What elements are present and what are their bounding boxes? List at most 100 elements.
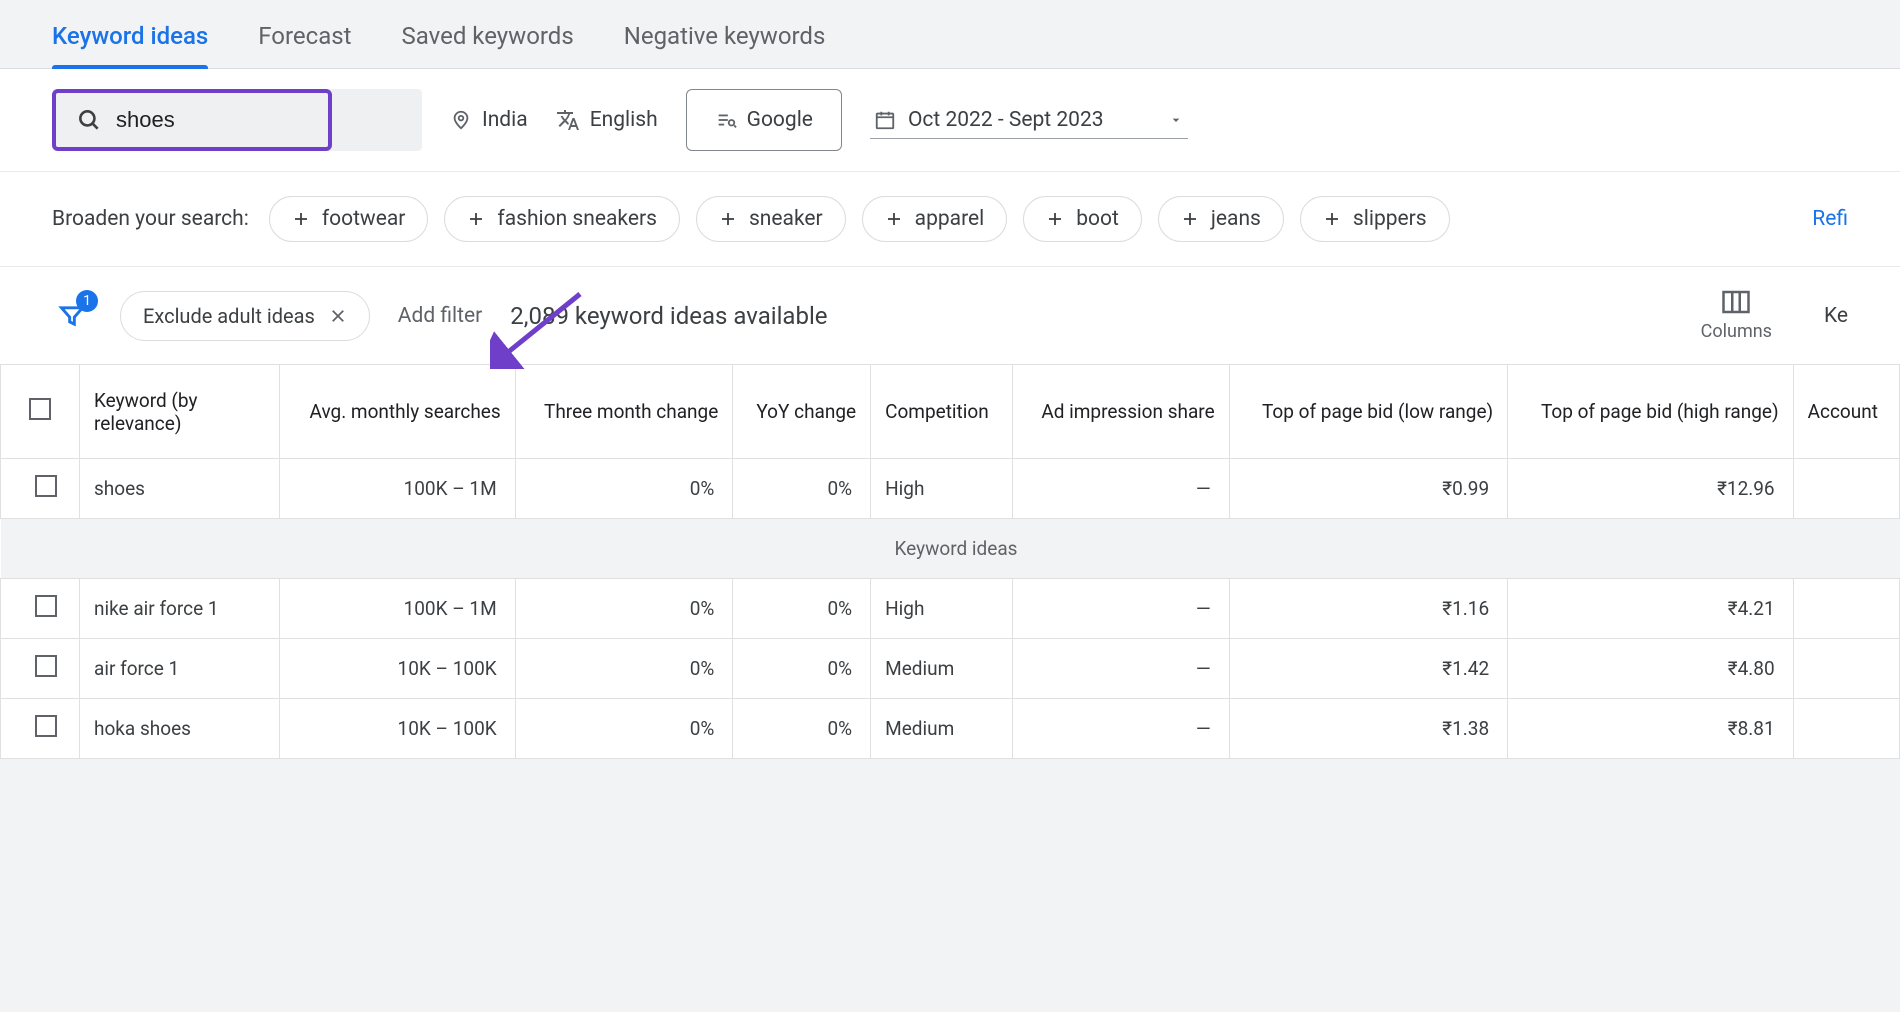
header-bid-high[interactable]: Top of page bid (high range) — [1508, 365, 1793, 459]
cell-keyword: nike air force 1 — [80, 579, 280, 639]
header-avg-searches[interactable]: Avg. monthly searches — [280, 365, 516, 459]
plus-icon — [885, 210, 903, 228]
plus-icon — [719, 210, 737, 228]
header-account[interactable]: Account — [1793, 365, 1899, 459]
section-label: Keyword ideas — [1, 519, 1900, 579]
toolbar: India English Google Oct 2022 - Sept 202… — [0, 69, 1900, 172]
cell-account — [1793, 699, 1899, 759]
network-icon — [715, 109, 737, 131]
language-selector[interactable]: English — [556, 108, 658, 132]
cell-three-month: 0% — [515, 699, 733, 759]
date-range-label: Oct 2022 - Sept 2023 — [908, 108, 1104, 132]
plus-icon — [467, 210, 485, 228]
header-competition[interactable]: Competition — [871, 365, 1013, 459]
broaden-chip-sneaker[interactable]: sneaker — [696, 196, 846, 242]
cell-competition: Medium — [871, 639, 1013, 699]
location-icon — [450, 109, 472, 131]
filters-row: 1 Exclude adult ideas Add filter 2,089 k… — [0, 267, 1900, 364]
cell-bid-low: ₹1.38 — [1229, 699, 1508, 759]
cell-keyword: hoka shoes — [80, 699, 280, 759]
plus-icon — [1323, 210, 1341, 228]
tab-keyword-ideas[interactable]: Keyword ideas — [52, 16, 208, 68]
cell-yoy: 0% — [733, 639, 871, 699]
cell-bid-high: ₹4.21 — [1508, 579, 1793, 639]
keyword-table: Keyword (by relevance) Avg. monthly sear… — [0, 364, 1900, 759]
header-yoy-change[interactable]: YoY change — [733, 365, 871, 459]
tab-negative-keywords[interactable]: Negative keywords — [624, 16, 826, 68]
cell-three-month: 0% — [515, 639, 733, 699]
filter-chip-exclude-adult[interactable]: Exclude adult ideas — [120, 291, 370, 341]
tab-saved-keywords[interactable]: Saved keywords — [401, 16, 573, 68]
plus-icon — [292, 210, 310, 228]
cell-three-month: 0% — [515, 459, 733, 519]
language-label: English — [590, 108, 658, 132]
cell-keyword: shoes — [80, 459, 280, 519]
cell-three-month: 0% — [515, 579, 733, 639]
network-selector[interactable]: Google — [686, 89, 842, 151]
date-range-selector[interactable]: Oct 2022 - Sept 2023 — [870, 102, 1188, 139]
header-three-month-change[interactable]: Three month change — [515, 365, 733, 459]
chip-label: footwear — [322, 207, 406, 231]
cell-avg: 100K – 1M — [280, 459, 516, 519]
add-filter-button[interactable]: Add filter — [398, 304, 482, 328]
cell-ad-share: — — [1013, 459, 1230, 519]
cell-ad-share: — — [1013, 639, 1230, 699]
cell-bid-high: ₹8.81 — [1508, 699, 1793, 759]
broaden-chip-apparel[interactable]: apparel — [862, 196, 1008, 242]
row-checkbox[interactable] — [35, 655, 57, 677]
cell-avg: 10K – 100K — [280, 639, 516, 699]
cell-avg: 10K – 100K — [280, 699, 516, 759]
cell-competition: High — [871, 579, 1013, 639]
header-bid-low[interactable]: Top of page bid (low range) — [1229, 365, 1508, 459]
header-ad-impression-share[interactable]: Ad impression share — [1013, 365, 1230, 459]
broaden-chip-jeans[interactable]: jeans — [1158, 196, 1284, 242]
refine-keywords-link[interactable]: Refi — [1812, 207, 1848, 231]
broaden-chip-boot[interactable]: boot — [1023, 196, 1142, 242]
filter-chip-label: Exclude adult ideas — [143, 304, 315, 328]
location-label: India — [482, 108, 528, 132]
location-selector[interactable]: India — [450, 108, 528, 132]
search-box[interactable] — [52, 89, 332, 151]
cell-ad-share: — — [1013, 699, 1230, 759]
cell-yoy: 0% — [733, 579, 871, 639]
keyword-view-cut: Ke — [1824, 304, 1848, 328]
cell-competition: Medium — [871, 699, 1013, 759]
network-label: Google — [747, 108, 813, 132]
chip-label: apparel — [915, 207, 985, 231]
translate-icon — [556, 108, 580, 132]
cell-bid-low: ₹1.16 — [1229, 579, 1508, 639]
table-row[interactable]: shoes100K – 1M0%0%High—₹0.99₹12.96 — [1, 459, 1900, 519]
chip-label: jeans — [1211, 207, 1261, 231]
filter-funnel-button[interactable]: 1 — [52, 296, 92, 336]
columns-button[interactable]: Columns — [1701, 289, 1772, 342]
row-checkbox[interactable] — [35, 475, 57, 497]
cell-ad-share: — — [1013, 579, 1230, 639]
section-keyword-ideas: Keyword ideas — [1, 519, 1900, 579]
checkbox[interactable] — [29, 398, 51, 420]
cell-bid-low: ₹0.99 — [1229, 459, 1508, 519]
search-wrap — [52, 89, 422, 151]
table-row[interactable]: air force 110K – 100K0%0%Medium—₹1.42₹4.… — [1, 639, 1900, 699]
broaden-label: Broaden your search: — [52, 207, 249, 231]
header-select-all[interactable] — [1, 365, 80, 459]
plus-icon — [1046, 210, 1064, 228]
broaden-chip-fashion-sneakers[interactable]: fashion sneakers — [444, 196, 680, 242]
calendar-icon — [874, 109, 896, 131]
cell-bid-low: ₹1.42 — [1229, 639, 1508, 699]
broaden-chip-slippers[interactable]: slippers — [1300, 196, 1450, 242]
table-row[interactable]: hoka shoes10K – 100K0%0%Medium—₹1.38₹8.8… — [1, 699, 1900, 759]
row-checkbox[interactable] — [35, 715, 57, 737]
cell-account — [1793, 579, 1899, 639]
broaden-chip-footwear[interactable]: footwear — [269, 196, 429, 242]
search-icon — [76, 107, 102, 133]
search-input[interactable] — [116, 107, 256, 133]
cell-bid-high: ₹12.96 — [1508, 459, 1793, 519]
row-checkbox[interactable] — [35, 595, 57, 617]
close-icon[interactable] — [329, 307, 347, 325]
cell-competition: High — [871, 459, 1013, 519]
header-keyword[interactable]: Keyword (by relevance) — [80, 365, 280, 459]
cell-keyword: air force 1 — [80, 639, 280, 699]
table-row[interactable]: nike air force 1100K – 1M0%0%High—₹1.16₹… — [1, 579, 1900, 639]
tab-forecast[interactable]: Forecast — [258, 16, 351, 68]
cell-yoy: 0% — [733, 459, 871, 519]
